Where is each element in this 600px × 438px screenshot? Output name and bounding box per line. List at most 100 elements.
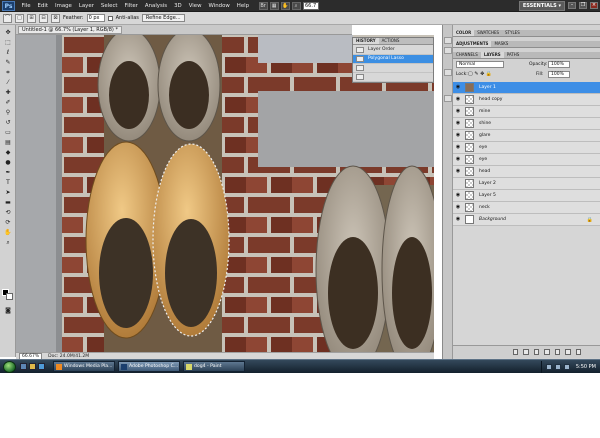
start-button[interactable] [3,360,16,373]
background-color-swatch[interactable] [6,293,13,300]
layer-row[interactable]: ◉ Background 🔒 [453,214,600,226]
visibility-eye-icon[interactable]: ◉ [455,85,461,90]
marquee-tool-icon[interactable]: ⬚ [3,39,13,47]
document-tab[interactable]: Untitled-1 @ 66.7% (Layer 1, RGB/8) * [18,26,122,34]
add-selection-icon[interactable]: ⊞ [27,13,36,23]
new-selection-icon[interactable]: □ [15,13,24,23]
lasso-tool-icon[interactable]: ℓ [3,49,13,57]
pen-tool-icon[interactable]: ✒ [3,169,13,177]
history-item[interactable] [353,64,433,73]
security-icon[interactable] [563,363,570,370]
healing-brush-tool-icon[interactable]: ✚ [3,89,13,97]
visibility-eye-icon[interactable]: ◉ [455,145,461,150]
shape-tool-icon[interactable]: ▬ [3,199,13,207]
move-tool-icon[interactable]: ✥ [3,29,13,37]
clone-stamp-tool-icon[interactable]: ⚲ [3,109,13,117]
visibility-eye-icon[interactable]: ◉ [455,97,461,102]
taskbar-item-paint[interactable]: dog4 - Paint [183,361,245,372]
quick-selection-tool-icon[interactable]: ✎ [3,59,13,67]
hand-tool-icon[interactable]: ✋ [280,1,290,10]
zoom-tool-icon[interactable]: ⌕ [291,1,301,10]
feather-input[interactable]: 0 px [86,14,105,22]
layer-row[interactable]: ◉ glare [453,130,600,142]
lasso-preset-icon[interactable]: ⌒ [3,13,12,23]
internet-explorer-icon[interactable] [38,363,45,370]
taskbar-item-media-player[interactable]: Windows Media Pla... [53,361,115,372]
menu-file[interactable]: File [18,3,34,9]
eraser-tool-icon[interactable]: ▭ [3,129,13,137]
visibility-eye-icon[interactable]: ◉ [455,169,461,174]
layer-row[interactable]: ◉ head [453,166,600,178]
tab-swatches[interactable]: SWATCHES [474,30,502,36]
history-panel-icon[interactable] [444,37,452,44]
mini-bridge-icon[interactable]: ▦ [269,1,279,10]
layer-row[interactable]: ◉ eye [453,142,600,154]
layer-row[interactable]: ◉ shine [453,118,600,130]
navigator-panel-icon[interactable] [444,69,452,76]
fill-input[interactable]: 100% [548,71,570,78]
tab-history[interactable]: HISTORY [353,38,379,44]
layer-row[interactable]: ◉ eye [453,154,600,166]
layer-row[interactable]: ◉ neck [453,202,600,214]
history-brush-tool-icon[interactable]: ↺ [3,119,13,127]
zoom-tool-icon[interactable]: ⌕ [3,239,13,247]
explorer-icon[interactable] [29,363,36,370]
menu-help[interactable]: Help [233,3,252,9]
volume-icon[interactable] [554,363,561,370]
history-item[interactable] [353,73,433,82]
restore-button[interactable]: ❐ [579,2,587,9]
quick-mask-icon[interactable]: ◙ [3,307,13,315]
layer-row[interactable]: ◉ Layer 2 [453,178,600,190]
visibility-eye-icon[interactable]: ◉ [455,133,461,138]
intersect-selection-icon[interactable]: ⊠ [51,13,60,23]
layer-row[interactable]: ◉ head copy [453,94,600,106]
bridge-icon[interactable]: Br [258,1,268,10]
brush-tool-icon[interactable]: ✐ [3,99,13,107]
close-button[interactable]: × [590,2,598,9]
menu-filter[interactable]: Filter [121,3,141,9]
menu-view[interactable]: View [185,3,205,9]
menu-layer[interactable]: Layer [75,3,97,9]
blend-mode-select[interactable]: Normal [456,61,504,68]
hand-tool-icon[interactable]: ✋ [3,229,13,237]
layer-style-icon[interactable] [523,349,529,355]
zoom-level-field[interactable]: 66.7 [302,1,319,10]
subtract-selection-icon[interactable]: ⊟ [39,13,48,23]
layer-row[interactable]: ◉ mine [453,106,600,118]
tab-color[interactable]: COLOR [453,30,475,36]
menu-window[interactable]: Window [205,3,233,9]
tab-masks[interactable]: MASKS [491,41,511,47]
new-layer-icon[interactable] [565,349,571,355]
visibility-eye-icon[interactable]: ◉ [455,157,461,162]
visibility-eye-icon[interactable]: ◉ [455,121,461,126]
visibility-eye-icon[interactable]: ◉ [455,181,461,186]
tab-paths[interactable]: PATHS [504,52,523,58]
3d-rotate-tool-icon[interactable]: ⟲ [3,209,13,217]
crop-tool-icon[interactable]: ⌗ [3,69,13,77]
new-group-icon[interactable] [554,349,561,355]
tab-channels[interactable]: CHANNELS [453,52,481,58]
layer-row[interactable]: ◉ Layer 5 [453,190,600,202]
visibility-eye-icon[interactable]: ◉ [455,109,461,114]
layer-row[interactable]: ◉ Layer 1 [453,82,600,94]
type-tool-icon[interactable]: T [3,179,13,187]
visibility-eye-icon[interactable]: ◉ [455,193,461,198]
antialias-checkbox[interactable] [107,15,113,21]
3d-orbit-tool-icon[interactable]: ⟳ [3,219,13,227]
delete-layer-icon[interactable] [575,349,581,355]
dodge-tool-icon[interactable]: ● [3,159,13,167]
taskbar-item-photoshop[interactable]: Adobe Photoshop C... [118,361,180,372]
minimize-button[interactable]: – [568,2,576,9]
eyedropper-tool-icon[interactable]: ⁄ [3,79,13,87]
adjustment-layer-icon[interactable] [544,349,550,355]
path-selection-tool-icon[interactable]: ➤ [3,189,13,197]
refine-edge-button[interactable]: Refine Edge... [141,14,185,22]
menu-edit[interactable]: Edit [34,3,51,9]
blur-tool-icon[interactable]: ◆ [3,149,13,157]
gradient-tool-icon[interactable]: ▤ [3,139,13,147]
history-item[interactable]: Layer Order [353,46,433,55]
brush-panel-icon[interactable] [444,95,452,102]
workspace-switcher[interactable]: ESSENTIALS ▾ [518,0,565,11]
document-size-info[interactable]: Doc: 24.0M/41.2M [48,354,89,359]
actions-panel-icon[interactable] [444,47,452,54]
